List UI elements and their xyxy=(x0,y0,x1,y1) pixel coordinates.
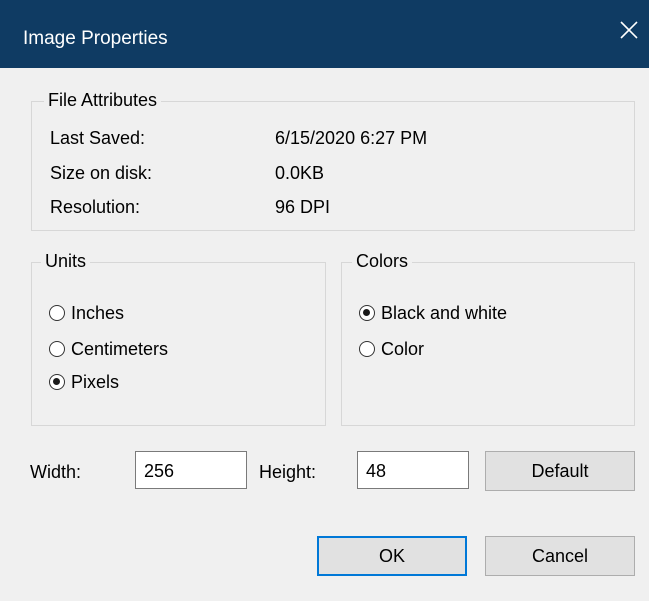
radio-inches-label: Inches xyxy=(71,303,125,323)
width-label: Width: xyxy=(30,462,82,482)
radio-pixels-circle xyxy=(49,374,65,390)
radio-black-and-white-label: Black and white xyxy=(381,303,508,323)
height-label: Height: xyxy=(259,462,317,482)
radio-centimeters-label: Centimeters xyxy=(71,339,169,359)
size-on-disk-value: 0.0KB xyxy=(275,163,325,183)
radio-black-and-white-circle xyxy=(359,305,375,321)
size-on-disk-label: Size on disk: xyxy=(50,163,153,183)
cancel-button[interactable]: Cancel xyxy=(485,536,635,576)
ok-button[interactable]: OK xyxy=(317,536,467,576)
file-attributes-label: File Attributes xyxy=(44,89,162,111)
default-button[interactable]: Default xyxy=(485,451,635,491)
radio-centimeters[interactable]: Centimeters xyxy=(49,338,168,360)
colors-label: Colors xyxy=(352,250,413,272)
radio-pixels-label: Pixels xyxy=(71,372,120,392)
radio-inches-circle xyxy=(49,305,65,321)
close-button[interactable] xyxy=(609,10,649,50)
title-bar: Image Properties xyxy=(0,0,649,68)
resolution-label: Resolution: xyxy=(50,197,141,217)
units-label: Units xyxy=(41,250,91,272)
resolution-value: 96 DPI xyxy=(275,197,331,217)
radio-pixels[interactable]: Pixels xyxy=(49,371,119,393)
window-title: Image Properties xyxy=(23,28,168,49)
radio-color-circle xyxy=(359,341,375,357)
last-saved-label: Last Saved: xyxy=(50,128,146,148)
radio-color[interactable]: Color xyxy=(359,338,424,360)
radio-color-label: Color xyxy=(381,339,425,359)
close-icon xyxy=(620,21,638,39)
radio-centimeters-circle xyxy=(49,341,65,357)
height-input[interactable] xyxy=(357,451,469,489)
width-input[interactable] xyxy=(135,451,247,489)
radio-black-and-white[interactable]: Black and white xyxy=(359,302,507,324)
radio-inches[interactable]: Inches xyxy=(49,302,124,324)
last-saved-value: 6/15/2020 6:27 PM xyxy=(275,128,428,148)
